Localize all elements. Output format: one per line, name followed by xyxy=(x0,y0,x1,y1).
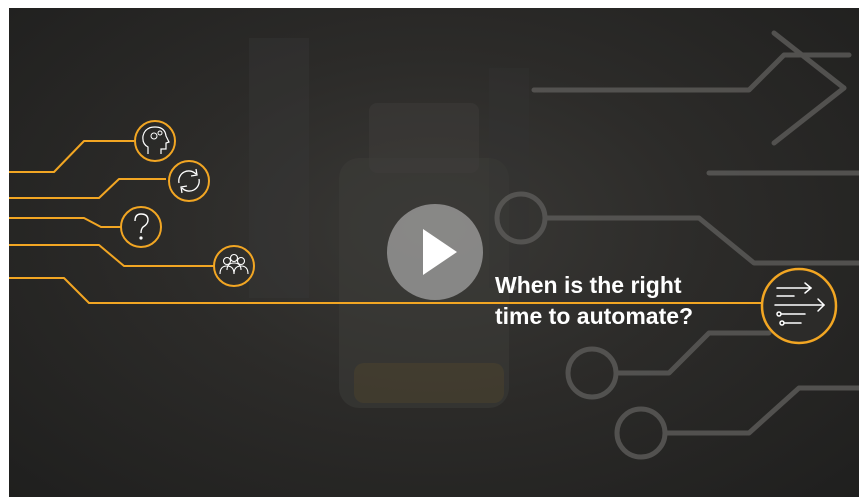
circuit-arrows-icon xyxy=(760,267,838,345)
video-player[interactable]: When is the right time to automate? xyxy=(9,8,859,497)
play-icon[interactable] xyxy=(423,229,457,275)
people-group-icon xyxy=(213,245,255,287)
video-headline: When is the right time to automate? xyxy=(495,270,755,332)
head-gears-icon xyxy=(134,120,176,162)
play-button[interactable] xyxy=(387,204,483,300)
headline-line-1: When is the right xyxy=(495,272,682,298)
question-mark-icon xyxy=(120,206,162,248)
headline-line-2: time to automate? xyxy=(495,303,694,329)
cycle-arrows-icon xyxy=(168,160,210,202)
